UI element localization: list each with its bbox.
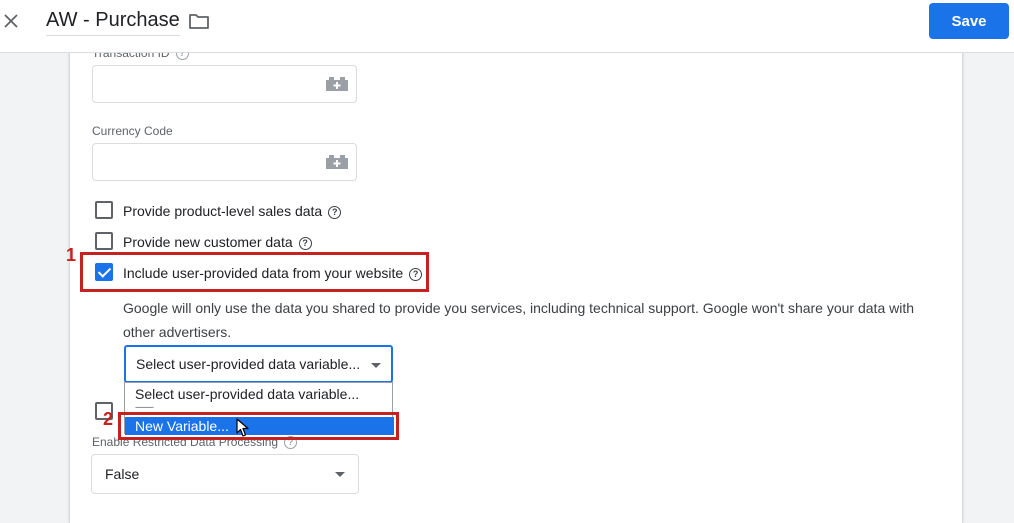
chevron-down-icon (371, 363, 381, 368)
annotation-number-1: 1 (66, 245, 77, 265)
tag-title[interactable]: AW - Purchase (46, 9, 180, 36)
variable-picker-button[interactable] (317, 143, 357, 181)
help-icon[interactable]: ? (298, 236, 312, 250)
currency-code-input[interactable] (92, 143, 318, 181)
variable-brick-icon (325, 77, 348, 91)
user-data-info-text: Google will only use the data you shared… (123, 300, 915, 340)
select-value: False (105, 466, 140, 482)
dropdown-option-select[interactable]: Select user-provided data variable... (135, 386, 359, 402)
select-value: Select user-provided data variable... (136, 356, 361, 372)
variable-brick-icon (325, 155, 348, 169)
chevron-down-icon (335, 472, 345, 477)
product-level-sales-label: Provide product-level sales data? (123, 203, 342, 219)
folder-icon[interactable] (188, 12, 210, 35)
annotation-box-2 (118, 412, 399, 440)
checkbox-label-text: Provide new customer data (123, 234, 293, 250)
product-level-sales-checkbox[interactable] (95, 201, 113, 219)
dropdown-separator: --------- (135, 402, 154, 412)
checkbox-label-text: Provide product-level sales data (123, 203, 323, 219)
annotation-box-1 (80, 252, 429, 292)
user-data-variable-select[interactable]: Select user-provided data variable... (124, 345, 393, 383)
mouse-cursor-icon (236, 418, 250, 443)
save-button[interactable]: Save (929, 3, 1009, 39)
top-bar: AW - Purchase Save (0, 0, 1014, 53)
help-icon[interactable]: ? (328, 205, 342, 219)
restricted-data-select[interactable]: False (91, 454, 359, 494)
variable-picker-button[interactable] (317, 65, 357, 103)
transaction-id-input[interactable] (92, 65, 318, 103)
close-icon[interactable] (0, 9, 22, 33)
new-customer-data-label: Provide new customer data? (123, 234, 312, 250)
currency-code-label: Currency Code (92, 124, 173, 138)
new-customer-data-checkbox[interactable] (95, 232, 113, 250)
annotation-number-2: 2 (103, 409, 114, 429)
